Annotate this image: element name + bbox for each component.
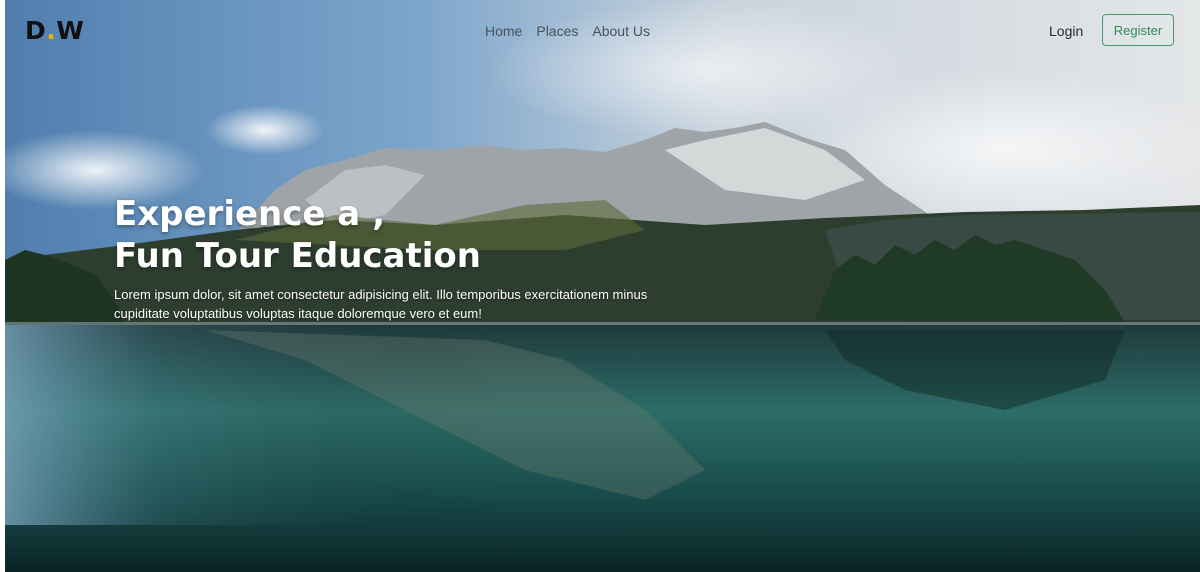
hero-description-line-1: Lorem ipsum dolor, sit amet consectetur … xyxy=(114,287,648,302)
hero-title-line-1: Experience a , xyxy=(114,194,385,234)
nav-link-home[interactable]: Home xyxy=(485,23,522,39)
hero-title: Experience a , Fun Tour Education xyxy=(114,193,481,277)
brand-logo-left: D xyxy=(25,16,47,45)
brand-logo-dot: . xyxy=(46,16,57,45)
register-button[interactable]: Register xyxy=(1102,14,1174,46)
hero-description: Lorem ipsum dolor, sit amet consectetur … xyxy=(114,285,714,323)
login-link[interactable]: Login xyxy=(1049,23,1083,39)
brand-logo-right: W xyxy=(56,16,85,45)
nav-link-about-us[interactable]: About Us xyxy=(592,23,650,39)
hero-description-line-2: cupiditate voluptatibus voluptas itaque … xyxy=(114,306,482,321)
brand-logo[interactable]: D.W xyxy=(25,16,84,45)
top-navbar: D.W Home Places About Us Login Register xyxy=(0,0,1200,62)
hero-title-line-2: Fun Tour Education xyxy=(114,236,481,276)
main-menu: Home Places About Us xyxy=(485,23,650,39)
nav-link-places[interactable]: Places xyxy=(536,23,578,39)
